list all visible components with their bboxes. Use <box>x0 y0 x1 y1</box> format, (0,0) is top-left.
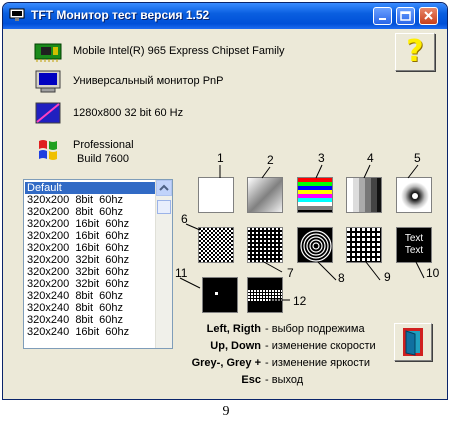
main-window: TFT Монитор тест версия 1.52 Mobile Inte… <box>2 2 448 400</box>
test-number-4: 4 <box>367 151 374 165</box>
key-up-down: Up, Down <box>210 340 261 352</box>
list-item[interactable]: 320x200 16bit 60hz <box>25 218 158 230</box>
key-esc: Esc <box>241 374 261 386</box>
test-number-11: 11 <box>175 266 188 280</box>
list-item[interactable]: 320x200 32bit 60hz <box>25 254 158 266</box>
test-checker-fine-button[interactable] <box>198 227 234 263</box>
exit-door-icon <box>403 328 423 356</box>
list-item[interactable]: 320x200 8bit 60hz <box>25 194 158 206</box>
test-color-bars-button[interactable] <box>297 177 333 213</box>
test-text-line-1: Text <box>404 233 424 244</box>
test-number-6: 6 <box>181 212 188 226</box>
app-monitor-icon <box>9 8 25 21</box>
list-item[interactable]: 320x200 16bit 60hz <box>25 230 158 242</box>
exit-button[interactable] <box>394 323 432 361</box>
chipset-label: Mobile Intel(R) 965 Express Chipset Fami… <box>73 45 285 57</box>
list-item[interactable]: 320x200 8bit 60hz <box>25 206 158 218</box>
scroll-thumb[interactable] <box>157 200 171 214</box>
os-build-label: Build 7600 <box>77 153 129 165</box>
key-grey: Grey-, Grey + <box>191 357 261 369</box>
resolution-label: 1280x800 32 bit 60 Hz <box>73 107 184 119</box>
monitor-icon <box>35 70 61 93</box>
test-number-3: 3 <box>318 151 325 165</box>
title-bar[interactable]: TFT Монитор тест версия 1.52 <box>3 3 447 29</box>
key-left-right-desc: - выбор подрежима <box>265 323 365 335</box>
test-number-9: 9 <box>384 270 391 284</box>
figure-caption: 9 <box>222 404 230 419</box>
minimize-button[interactable] <box>373 7 392 25</box>
maximize-button[interactable] <box>396 7 415 25</box>
list-item[interactable]: 320x200 32bit 60hz <box>25 266 158 278</box>
key-esc-desc: - выход <box>265 374 304 386</box>
test-number-1: 1 <box>217 151 224 165</box>
list-item[interactable]: 320x200 32bit 60hz <box>25 278 158 290</box>
test-number-2: 2 <box>267 153 274 167</box>
test-grid-button[interactable] <box>247 227 283 263</box>
display-mode-icon <box>35 102 61 124</box>
key-grey-desc: - изменение яркости <box>265 357 370 369</box>
key-left-right: Left, Rigth <box>206 323 261 335</box>
monitor-label: Универсальный монитор PnP <box>73 75 224 87</box>
test-black-dot-button[interactable] <box>202 277 238 313</box>
test-text-button[interactable]: Text Text <box>396 227 432 263</box>
list-item[interactable]: 320x240 8bit 60hz <box>25 314 158 326</box>
test-number-12: 12 <box>293 294 307 308</box>
os-edition-label: Professional <box>73 139 134 151</box>
list-item-selected[interactable]: Default <box>25 182 158 194</box>
close-button[interactable] <box>419 7 438 25</box>
help-button[interactable]: ? <box>395 33 435 71</box>
chip-icon <box>34 43 62 62</box>
test-grayscale-bars-button[interactable] <box>346 177 382 213</box>
test-dot-matrix-button[interactable] <box>346 227 382 263</box>
list-item[interactable]: 320x200 16bit 60hz <box>25 242 158 254</box>
test-gradient-button[interactable] <box>247 177 283 213</box>
window-title: TFT Монитор тест версия 1.52 <box>31 8 210 22</box>
test-number-8: 8 <box>338 271 345 285</box>
scroll-up-button[interactable] <box>156 180 172 196</box>
list-item[interactable]: 320x240 16bit 60hz <box>25 326 158 338</box>
key-up-down-desc: - изменение скорости <box>265 340 376 352</box>
test-number-10: 10 <box>426 266 440 280</box>
test-white-button[interactable] <box>198 177 234 213</box>
test-text-line-2: Text <box>404 245 424 256</box>
test-number-7: 7 <box>287 266 294 280</box>
test-moving-line-button[interactable] <box>247 277 283 313</box>
test-concentric-circles-button[interactable] <box>297 227 333 263</box>
windows-logo-icon <box>39 140 57 160</box>
list-item[interactable]: 320x240 8bit 60hz <box>25 290 158 302</box>
question-mark-icon: ? <box>406 34 424 69</box>
test-focus-circle-button[interactable] <box>396 177 432 213</box>
test-number-5: 5 <box>414 151 421 165</box>
list-item[interactable]: 320x240 8bit 60hz <box>25 302 158 314</box>
